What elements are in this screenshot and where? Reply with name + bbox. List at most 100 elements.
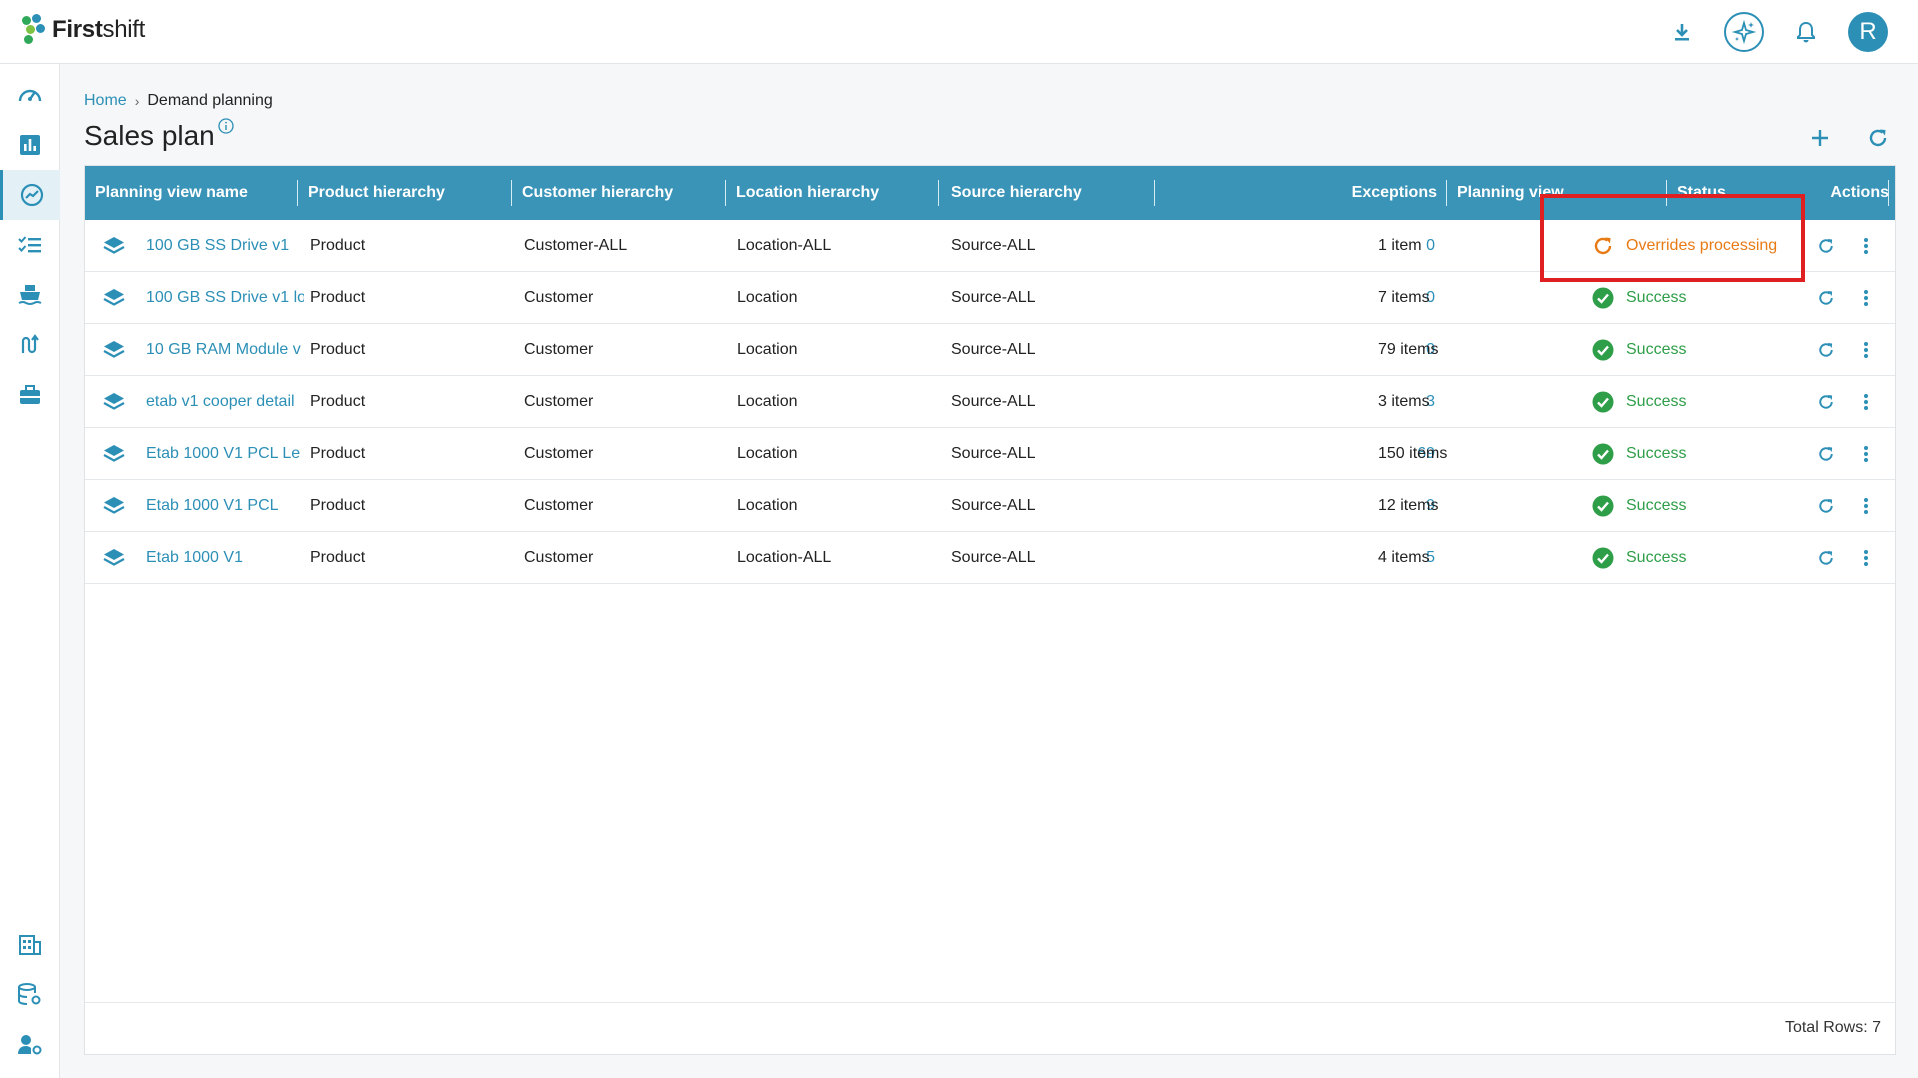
table-row[interactable]: etab v1 cooper detail Product Customer Loca… bbox=[85, 376, 1895, 428]
row-refresh-button[interactable] bbox=[1813, 532, 1843, 584]
dashboard-icon[interactable] bbox=[0, 70, 60, 120]
planning-view-name-link[interactable]: Etab 1000 V1 PCL bbox=[146, 480, 304, 532]
location-hierarchy-cell: Location bbox=[737, 393, 798, 410]
table-footer: Total Rows: 7 bbox=[85, 1002, 1895, 1054]
col-source-hierarchy[interactable]: Source hierarchy bbox=[951, 166, 1155, 220]
more-vertical-icon[interactable] bbox=[1853, 389, 1879, 415]
source-hierarchy-cell: Source-ALL bbox=[951, 445, 1036, 462]
success-check-icon bbox=[1592, 547, 1626, 569]
col-product-hierarchy[interactable]: Product hierarchy bbox=[308, 166, 512, 220]
product-hierarchy-cell: Product bbox=[310, 393, 366, 410]
source-hierarchy-cell: Source-ALL bbox=[951, 289, 1036, 306]
demand-planning-icon[interactable] bbox=[0, 170, 60, 220]
source-hierarchy-cell: Source-ALL bbox=[951, 393, 1036, 410]
status-badge: Success bbox=[1592, 376, 1802, 428]
row-refresh-button[interactable] bbox=[1813, 220, 1843, 272]
table-row[interactable]: Etab 1000 V1 PCL Le Product Customer Locati… bbox=[85, 428, 1895, 480]
product-hierarchy-cell: Product bbox=[310, 341, 366, 358]
bell-icon[interactable] bbox=[1786, 12, 1826, 52]
row-more-button[interactable] bbox=[1853, 324, 1883, 376]
success-check-icon bbox=[1592, 339, 1626, 361]
more-vertical-icon[interactable] bbox=[1853, 441, 1879, 467]
planning-view-name-link[interactable]: 100 GB SS Drive v1 lo bbox=[146, 272, 304, 324]
refresh-icon[interactable] bbox=[1813, 441, 1839, 467]
status-text: Success bbox=[1626, 497, 1687, 514]
flow-icon[interactable] bbox=[0, 320, 60, 370]
more-vertical-icon[interactable] bbox=[1853, 493, 1879, 519]
download-icon[interactable] bbox=[1662, 12, 1702, 52]
database-settings-icon[interactable] bbox=[0, 970, 60, 1020]
product-hierarchy-cell: Product bbox=[310, 445, 366, 462]
status-text: Success bbox=[1626, 341, 1687, 358]
planning-view-name-link[interactable]: 100 GB SS Drive v1 bbox=[146, 220, 304, 272]
ai-sparkle-icon[interactable] bbox=[1724, 12, 1764, 52]
col-customer-hierarchy[interactable]: Customer hierarchy bbox=[522, 166, 726, 220]
planning-view-cell: 79 items bbox=[1378, 341, 1439, 358]
building-icon[interactable] bbox=[0, 920, 60, 970]
row-more-button[interactable] bbox=[1853, 272, 1883, 324]
layers-icon bbox=[103, 480, 129, 532]
refresh-icon[interactable] bbox=[1813, 493, 1839, 519]
refresh-icon[interactable] bbox=[1813, 545, 1839, 571]
breadcrumb-separator: › bbox=[134, 93, 140, 109]
refresh-icon[interactable] bbox=[1813, 337, 1839, 363]
info-icon[interactable] bbox=[218, 118, 234, 139]
success-check-icon bbox=[1592, 287, 1626, 309]
table-row[interactable]: Etab 1000 V1 Product Customer Location-ALL S… bbox=[85, 532, 1895, 584]
more-vertical-icon[interactable] bbox=[1853, 337, 1879, 363]
row-refresh-button[interactable] bbox=[1813, 324, 1843, 376]
refresh-icon[interactable] bbox=[1813, 233, 1839, 259]
col-location-hierarchy[interactable]: Location hierarchy bbox=[736, 166, 939, 220]
planning-view-cell: 3 items bbox=[1378, 393, 1430, 410]
row-more-button[interactable] bbox=[1853, 220, 1883, 272]
col-planning-view-name[interactable]: Planning view name bbox=[95, 166, 298, 220]
breadcrumb-current: Demand planning bbox=[147, 92, 273, 109]
toolbox-icon[interactable] bbox=[0, 370, 60, 420]
status-badge: Success bbox=[1592, 480, 1802, 532]
customer-hierarchy-cell: Customer bbox=[524, 289, 594, 306]
row-refresh-button[interactable] bbox=[1813, 272, 1843, 324]
row-more-button[interactable] bbox=[1853, 428, 1883, 480]
breadcrumb: Home › Demand planning bbox=[84, 92, 273, 110]
customer-hierarchy-cell: Customer-ALL bbox=[524, 237, 628, 254]
refresh-page-button[interactable] bbox=[1864, 124, 1892, 152]
refresh-icon[interactable] bbox=[1813, 389, 1839, 415]
layers-icon bbox=[103, 376, 129, 428]
row-refresh-button[interactable] bbox=[1813, 480, 1843, 532]
breadcrumb-home[interactable]: Home bbox=[84, 92, 127, 110]
total-rows: Total Rows: 7 bbox=[1784, 1019, 1881, 1036]
add-plan-button[interactable] bbox=[1806, 124, 1834, 152]
reports-icon[interactable] bbox=[0, 120, 60, 170]
col-exceptions[interactable]: Exceptions bbox=[1155, 166, 1447, 220]
tasks-icon[interactable] bbox=[0, 220, 60, 270]
row-more-button[interactable] bbox=[1853, 376, 1883, 428]
product-hierarchy-cell: Product bbox=[310, 549, 366, 566]
avatar[interactable]: R bbox=[1848, 12, 1888, 52]
firstshift-logo[interactable]: Firstshift bbox=[22, 14, 145, 46]
brand-name: Firstshift bbox=[52, 16, 146, 43]
row-refresh-button[interactable] bbox=[1813, 376, 1843, 428]
customer-hierarchy-cell: Customer bbox=[524, 393, 594, 410]
user-settings-icon[interactable] bbox=[0, 1020, 60, 1070]
highlight-box bbox=[1540, 194, 1805, 282]
planning-view-name-link[interactable]: Etab 1000 V1 bbox=[146, 532, 304, 584]
table-row[interactable]: 10 GB RAM Module v Product Customer Locatio… bbox=[85, 324, 1895, 376]
planning-view-cell: 150 items bbox=[1378, 445, 1448, 462]
source-hierarchy-cell: Source-ALL bbox=[951, 341, 1036, 358]
more-vertical-icon[interactable] bbox=[1853, 545, 1879, 571]
planning-view-name-link[interactable]: Etab 1000 V1 PCL Le bbox=[146, 428, 304, 480]
refresh-icon[interactable] bbox=[1813, 285, 1839, 311]
more-vertical-icon[interactable] bbox=[1853, 285, 1879, 311]
success-check-icon bbox=[1592, 495, 1626, 517]
table-row[interactable]: Etab 1000 V1 PCL Product Customer Location S… bbox=[85, 480, 1895, 532]
more-vertical-icon[interactable] bbox=[1853, 233, 1879, 259]
row-more-button[interactable] bbox=[1853, 532, 1883, 584]
planning-view-name-link[interactable]: 10 GB RAM Module v bbox=[146, 324, 304, 376]
row-more-button[interactable] bbox=[1853, 480, 1883, 532]
logo-mark-icon bbox=[22, 14, 46, 46]
planning-view-name-link[interactable]: etab v1 cooper detail bbox=[146, 376, 304, 428]
page-title: Sales plan bbox=[84, 120, 215, 151]
shipping-icon[interactable] bbox=[0, 270, 60, 320]
layers-icon bbox=[103, 428, 129, 480]
row-refresh-button[interactable] bbox=[1813, 428, 1843, 480]
